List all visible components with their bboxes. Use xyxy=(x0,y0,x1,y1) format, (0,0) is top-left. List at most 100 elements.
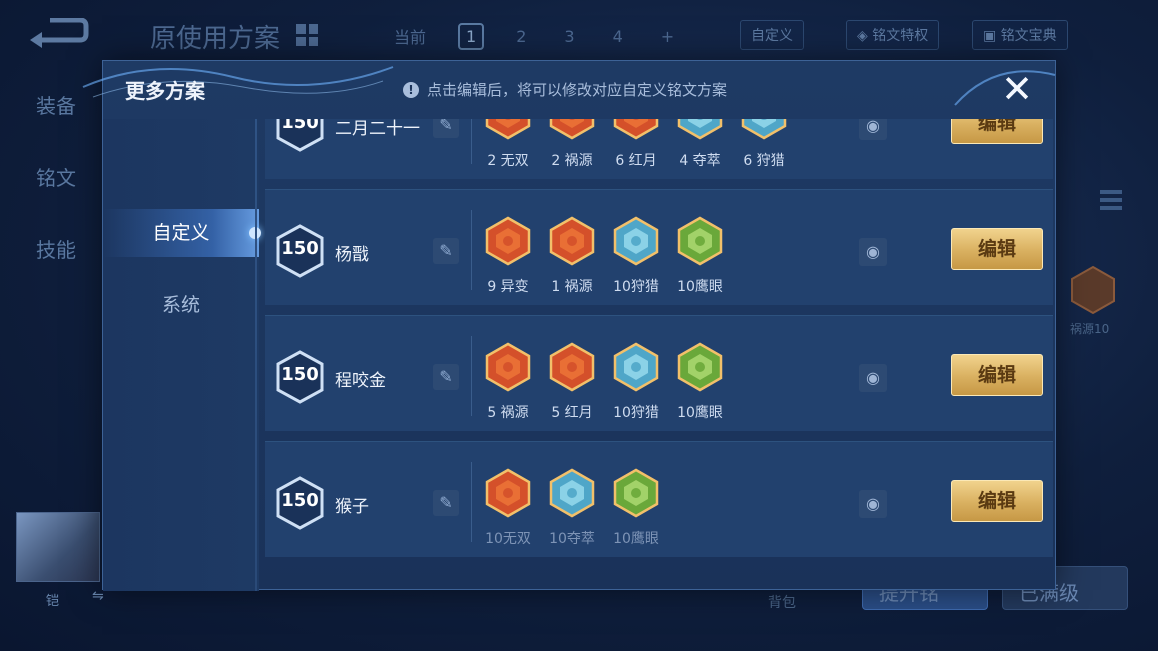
tab-1[interactable]: 1 xyxy=(458,22,485,50)
rename-pen-icon[interactable]: ✎ xyxy=(433,238,459,264)
gem-label: 10鹰眼 xyxy=(677,405,723,421)
close-icon[interactable]: ✕ xyxy=(997,69,1037,109)
plan-name: 杨戬 xyxy=(335,245,369,265)
preview-eye-icon[interactable]: ◉ xyxy=(859,490,887,518)
inscription-blue-icon xyxy=(677,119,723,140)
row-divider xyxy=(471,119,472,164)
edit-button[interactable]: 编辑 xyxy=(951,480,1043,522)
plan-name: 二月二十一 xyxy=(335,119,420,139)
gem-label: 1 祸源 xyxy=(551,279,593,295)
custom-button[interactable]: 自定义 xyxy=(740,20,804,50)
plan-list[interactable]: 150 二月二十一 ✎ 2 无双 2 祸源 6 红月 4 夺萃 6 狩猎 ◉ 编… xyxy=(265,119,1053,591)
more-plans-modal: 更多方案 ! 点击编辑后，将可以修改对应自定义铭文方案 ✕ 自定义 系统 150… xyxy=(82,60,1056,591)
rename-pen-icon[interactable]: ✎ xyxy=(433,364,459,390)
plan-row[interactable]: 150 猴子 ✎ 10无双 10夺萃 10鹰眼 ◉ 编辑 xyxy=(265,441,1053,557)
edit-button[interactable]: 编辑 xyxy=(951,354,1043,396)
side-tab-equipment[interactable]: 装备 xyxy=(36,90,76,119)
inscription-blue-icon xyxy=(613,216,659,266)
inscription-blue-icon xyxy=(741,119,787,140)
hero-avatar[interactable] xyxy=(16,512,100,582)
level-badge: 150 xyxy=(275,350,325,404)
swap-icon[interactable]: ⇋ xyxy=(92,588,104,604)
gem-label: 10夺萃 xyxy=(549,531,595,547)
rename-pen-icon[interactable]: ✎ xyxy=(433,490,459,516)
side-nav-custom[interactable]: 自定义 xyxy=(103,209,261,257)
tab-2[interactable]: 2 xyxy=(510,25,532,48)
row-divider xyxy=(471,210,472,290)
plan-row[interactable]: 150 程咬金 ✎ 5 祸源 5 红月 10狩猎 10鹰眼 ◉ 编辑 xyxy=(265,315,1053,431)
inscription-hex-label: 祸源10 xyxy=(1070,322,1110,336)
gem-list: 2 无双 2 祸源 6 红月 4 夺萃 6 狩猎 xyxy=(483,119,789,170)
inscription-red-icon xyxy=(485,119,531,140)
privilege-button[interactable]: ◈ 铭文特权 xyxy=(846,20,940,50)
preview-eye-icon[interactable]: ◉ xyxy=(859,238,887,266)
tip-text-row: ! 点击编辑后，将可以修改对应自定义铭文方案 xyxy=(403,79,727,100)
preview-eye-icon[interactable]: ◉ xyxy=(859,364,887,392)
gem-list: 10无双 10夺萃 10鹰眼 xyxy=(483,468,661,548)
hero-name: 铠 xyxy=(46,594,60,609)
level-number: 150 xyxy=(281,490,319,511)
gem-label: 10狩猎 xyxy=(613,405,659,421)
side-nav-custom-label: 自定义 xyxy=(152,222,210,244)
gem-item: 10狩猎 xyxy=(611,216,661,296)
inscription-red-icon xyxy=(485,468,531,518)
level-number: 150 xyxy=(281,238,319,259)
inscription-blue-icon xyxy=(549,468,595,518)
level-badge: 150 xyxy=(275,224,325,278)
edit-button[interactable]: 编辑 xyxy=(951,228,1043,270)
inscription-red-icon xyxy=(549,216,595,266)
level-badge: 150 xyxy=(275,119,325,152)
inscription-green-icon xyxy=(613,468,659,518)
gem-item: 2 无双 xyxy=(483,119,533,170)
side-nav-system-label: 系统 xyxy=(161,294,200,316)
bag-label[interactable]: 背包 xyxy=(768,592,796,612)
grid-icon[interactable] xyxy=(296,24,318,46)
inscription-hex-icon xyxy=(1071,265,1115,315)
privilege-label: 铭文特权 xyxy=(872,28,929,44)
gem-list: 5 祸源 5 红月 10狩猎 10鹰眼 xyxy=(483,342,725,422)
row-divider xyxy=(471,462,472,542)
tab-4[interactable]: 4 xyxy=(607,25,629,48)
back-arrow-icon[interactable] xyxy=(28,18,90,52)
inscription-green-icon xyxy=(677,342,723,392)
tab-current[interactable]: 当前 xyxy=(388,22,432,50)
decor-swirl-icon xyxy=(82,66,394,98)
plan-name: 程咬金 xyxy=(335,371,386,391)
gem-item: 10鹰眼 xyxy=(675,342,725,422)
level-badge: 150 xyxy=(275,476,325,530)
side-nav: 自定义 系统 xyxy=(103,119,261,591)
tab-3[interactable]: 3 xyxy=(558,25,580,48)
rename-pen-icon[interactable]: ✎ xyxy=(433,119,459,138)
modal-header: 更多方案 ! 点击编辑后，将可以修改对应自定义铭文方案 ✕ xyxy=(82,61,1056,119)
gem-item: 10狩猎 xyxy=(611,342,661,422)
side-nav-system[interactable]: 系统 xyxy=(103,281,259,329)
gem-item: 6 红月 xyxy=(611,119,661,170)
plan-row[interactable]: 150 杨戬 ✎ 9 异变 1 祸源 10狩猎 10鹰眼 ◉ 编辑 xyxy=(265,189,1053,305)
manual-button[interactable]: ▣ 铭文宝典 xyxy=(972,20,1068,50)
edit-button[interactable]: 编辑 xyxy=(951,119,1043,144)
side-tab-inscription[interactable]: 铭文 xyxy=(36,162,76,191)
inscription-red-icon xyxy=(485,216,531,266)
gem-label: 10鹰眼 xyxy=(613,531,659,547)
gem-item: 10鹰眼 xyxy=(611,468,661,548)
plan-row[interactable]: 150 二月二十一 ✎ 2 无双 2 祸源 6 红月 4 夺萃 6 狩猎 ◉ 编… xyxy=(265,119,1053,179)
gem-item: 10夺萃 xyxy=(547,468,597,548)
modal-title: 更多方案 xyxy=(125,79,205,103)
gem-item: 1 祸源 xyxy=(547,216,597,296)
gem-item: 9 异变 xyxy=(483,216,533,296)
gem-item: 4 夺萃 xyxy=(675,119,725,170)
menu-icon[interactable] xyxy=(1100,190,1122,212)
plan-tabs: 当前 1 2 3 4 + xyxy=(388,22,680,50)
inscription-red-icon xyxy=(549,342,595,392)
gem-label: 6 狩猎 xyxy=(743,153,785,169)
gem-label: 5 祸源 xyxy=(487,405,529,421)
level-number: 150 xyxy=(281,119,319,133)
gem-item: 6 狩猎 xyxy=(739,119,789,170)
preview-eye-icon[interactable]: ◉ xyxy=(859,119,887,140)
side-divider xyxy=(255,119,257,591)
side-tab-skill[interactable]: 技能 xyxy=(36,234,76,263)
privilege-icon: ◈ xyxy=(857,28,873,44)
tab-add[interactable]: + xyxy=(655,25,680,48)
page-title: 原使用方案 xyxy=(150,24,281,54)
gem-label: 10狩猎 xyxy=(613,279,659,295)
